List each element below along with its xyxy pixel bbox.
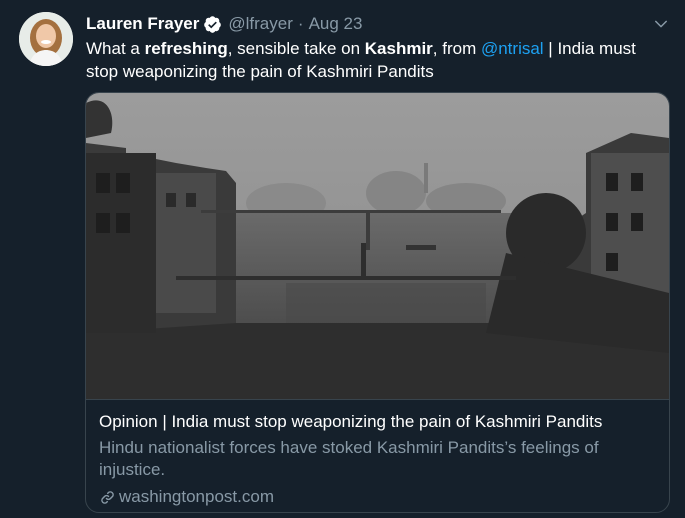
tweet-text-part: , sensible take on [227,39,365,58]
link-card[interactable]: Opinion | India must stop weaponizing th… [85,92,670,513]
tweet-header: Lauren Frayer @lfrayer · Aug 23 [86,13,362,35]
mention-link[interactable]: @ntrisal [481,39,544,58]
link-icon [101,490,114,504]
tweet[interactable]: Lauren Frayer @lfrayer · Aug 23 What a r… [0,0,685,518]
card-description: Hindu nationalist forces have stoked Kas… [99,438,599,479]
card-title[interactable]: Opinion | India must stop weaponizing th… [99,411,659,433]
tweet-text: What a refreshing, sensible take on Kash… [86,37,666,83]
separator-dot: · [297,14,304,33]
card-body: Opinion | India must stop weaponizing th… [99,411,659,508]
tweet-text-bold: refreshing [144,39,228,58]
tweet-text-bold: Kashmir [364,39,433,58]
chevron-down-icon[interactable] [652,15,670,33]
tweet-text-part: What a [86,39,145,58]
tweet-date[interactable]: Aug 23 [309,14,363,34]
card-image[interactable] [86,93,669,400]
avatar[interactable] [19,12,73,66]
verified-badge-icon [204,15,222,33]
author-handle[interactable]: @lfrayer [228,14,293,34]
card-domain-text: washingtonpost.com [119,487,274,506]
tweet-text-part: , from [432,39,481,58]
card-domain[interactable]: washingtonpost.com [99,486,659,508]
author-name[interactable]: Lauren Frayer [86,14,199,34]
